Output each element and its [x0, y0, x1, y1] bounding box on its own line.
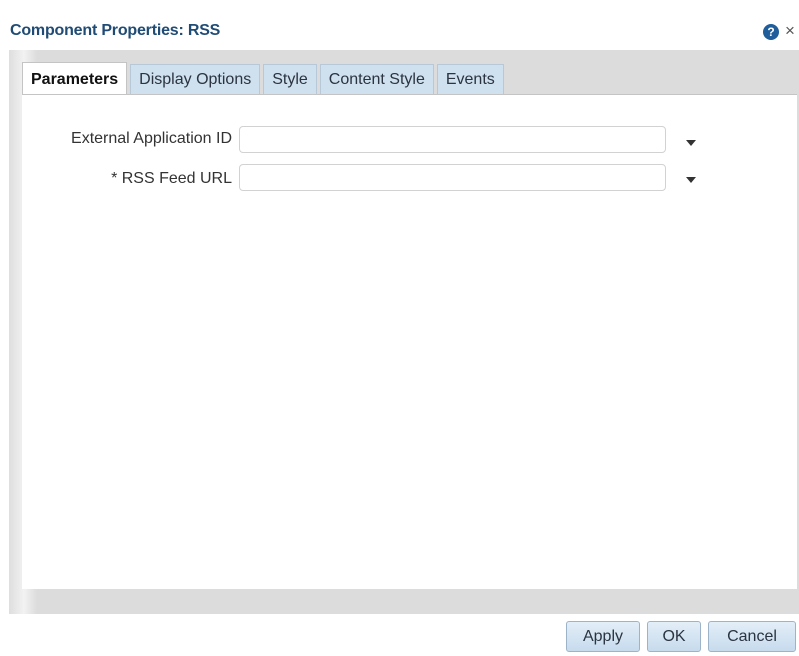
external-app-id-label: External Application ID: [71, 130, 232, 147]
dialog-footer: Apply OK Cancel: [0, 614, 799, 656]
tab-style[interactable]: Style: [263, 64, 317, 94]
parameters-panel: External Application ID * RSS Feed URL: [22, 94, 797, 589]
external-app-id-dropdown-icon[interactable]: [686, 140, 696, 146]
close-icon[interactable]: ×: [785, 21, 795, 41]
rss-feed-url-dropdown-icon[interactable]: [686, 177, 696, 183]
title-bar: Component Properties: RSS ? ×: [0, 0, 799, 50]
apply-button[interactable]: Apply: [566, 621, 640, 652]
rss-feed-url-input[interactable]: [239, 164, 666, 191]
cancel-button[interactable]: Cancel: [708, 621, 796, 652]
tab-parameters[interactable]: Parameters: [22, 62, 128, 95]
external-app-id-input[interactable]: [239, 126, 666, 153]
tab-content-style[interactable]: Content Style: [319, 64, 434, 94]
tab-display-options[interactable]: Display Options: [130, 64, 261, 94]
ok-button[interactable]: OK: [647, 621, 701, 652]
component-properties-dialog: Component Properties: RSS ? × Parameters…: [0, 0, 799, 656]
rss-feed-url-label: * RSS Feed URL: [111, 170, 232, 187]
help-icon[interactable]: ?: [763, 24, 779, 40]
tab-bar: Parameters Display Options Style Content…: [22, 62, 507, 95]
dialog-title: Component Properties: RSS: [10, 22, 221, 39]
tab-events[interactable]: Events: [436, 64, 504, 94]
